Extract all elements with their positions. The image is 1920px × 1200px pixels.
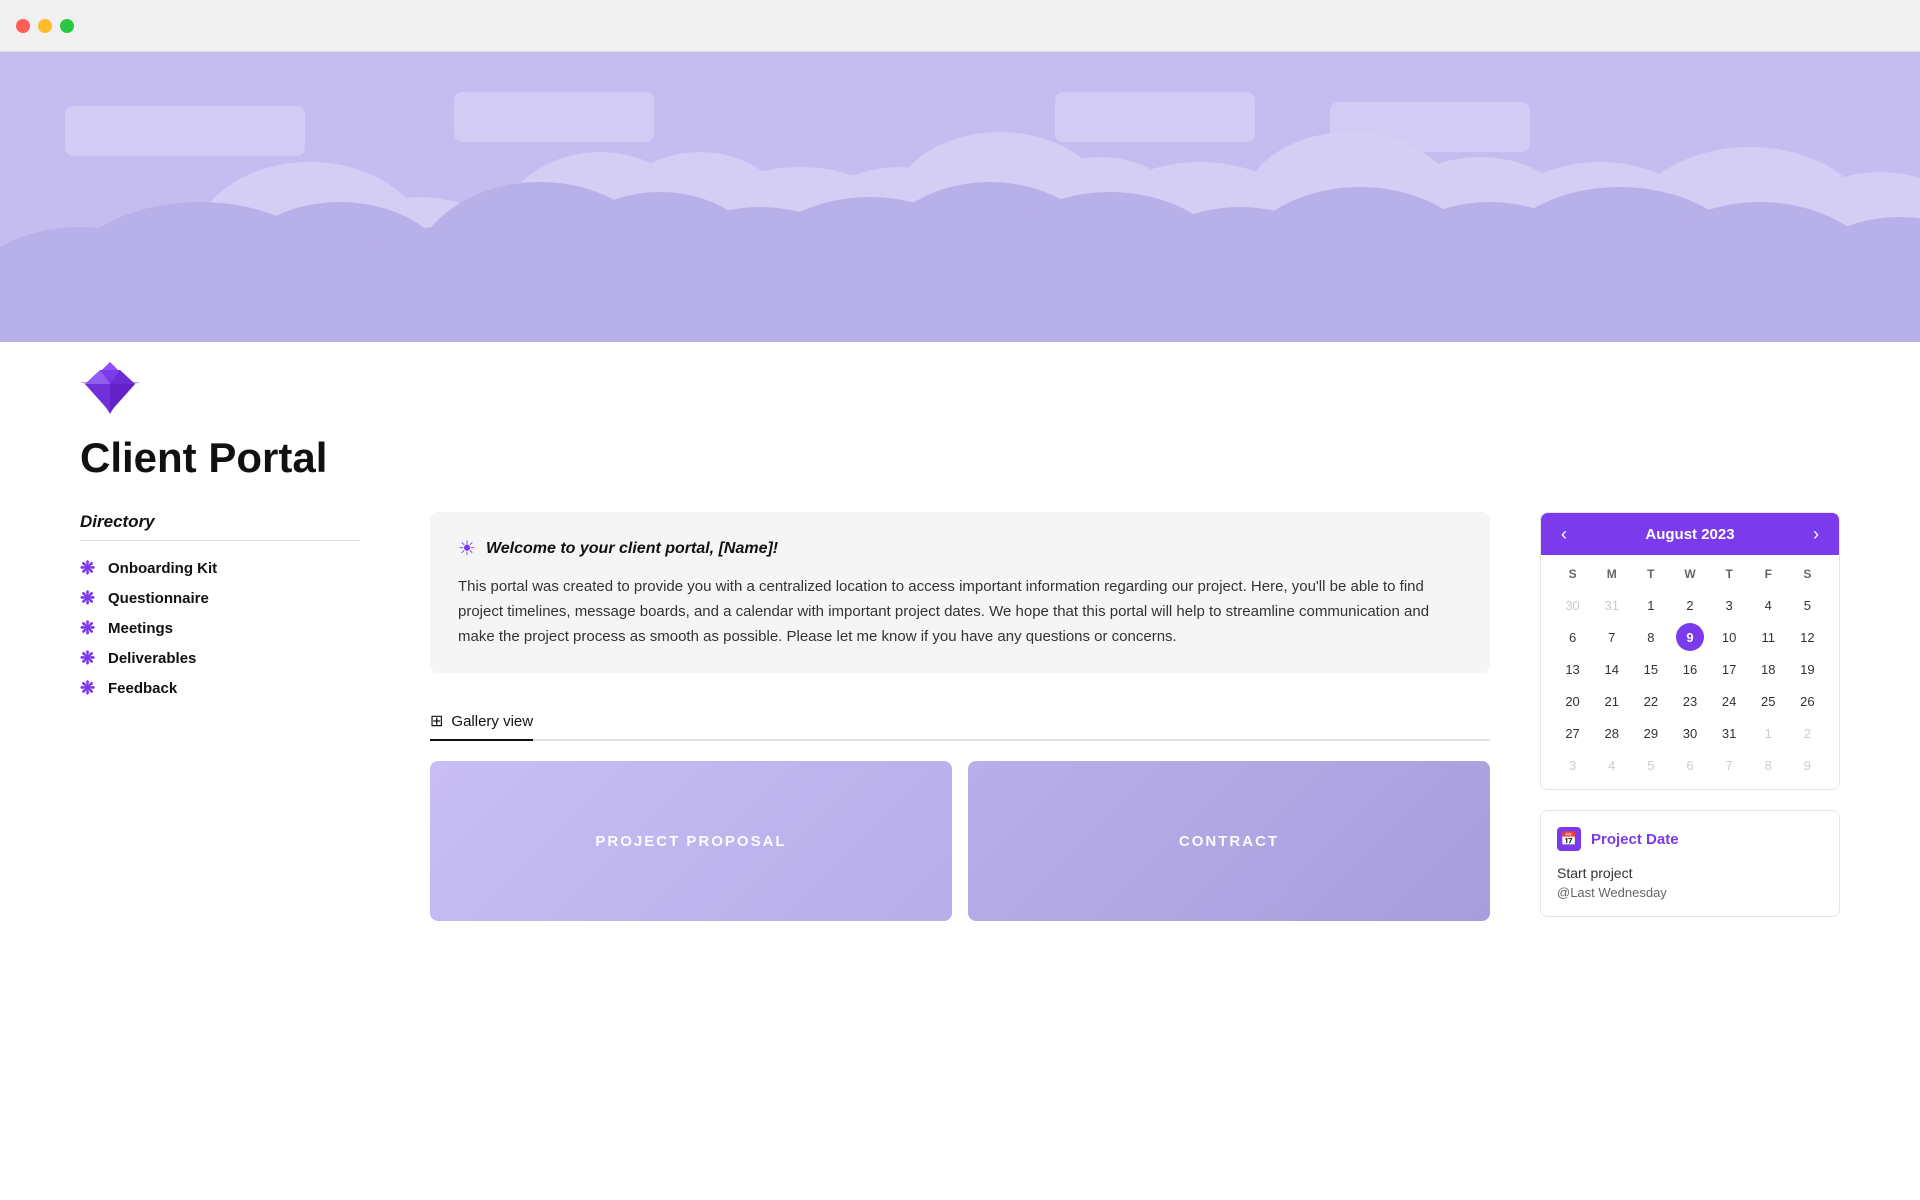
- sidebar: Directory ❋ Onboarding Kit ❋ Questionnai…: [80, 512, 400, 921]
- card-proposal-label: PROJECT PROPOSAL: [595, 833, 786, 850]
- calendar-header: ‹ August 2023 ›: [1541, 513, 1839, 555]
- calendar-day-4-3[interactable]: 30: [1676, 719, 1704, 747]
- calendar-day-0-6[interactable]: 5: [1793, 591, 1821, 619]
- minimize-button[interactable]: [38, 19, 52, 33]
- calendar-day-2-2[interactable]: 15: [1637, 655, 1665, 683]
- calendar-day-5-0[interactable]: 3: [1559, 751, 1587, 779]
- main-content: Directory ❋ Onboarding Kit ❋ Questionnai…: [0, 512, 1920, 921]
- calendar-day-3-0[interactable]: 20: [1559, 687, 1587, 715]
- calendar: ‹ August 2023 › S M T W T F S 3031123456…: [1540, 512, 1840, 790]
- diamond-icon: [80, 362, 140, 414]
- calendar-day-4-1[interactable]: 28: [1598, 719, 1626, 747]
- banner-image: [0, 52, 1920, 342]
- calendar-day-2-5[interactable]: 18: [1754, 655, 1782, 683]
- gallery-card-contract[interactable]: CONTRACT: [968, 761, 1490, 921]
- card-contract-label: CONTRACT: [1179, 833, 1279, 850]
- calendar-grid: S M T W T F S 30311234567891011121314151…: [1541, 555, 1839, 789]
- calendar-month-year: August 2023: [1645, 526, 1734, 543]
- calendar-day-3-2[interactable]: 22: [1637, 687, 1665, 715]
- sidebar-item-questionnaire[interactable]: ❋ Questionnaire: [80, 583, 360, 613]
- day-header-w: W: [1670, 563, 1709, 585]
- gallery-grid: PROJECT PROPOSAL CONTRACT: [430, 761, 1490, 921]
- day-header-s2: S: [1788, 563, 1827, 585]
- calendar-day-5-5[interactable]: 8: [1754, 751, 1782, 779]
- page-title: Client Portal: [0, 414, 1920, 512]
- calendar-day-1-0[interactable]: 6: [1559, 623, 1587, 651]
- calendar-days: 3031123456789101112131415161718192021222…: [1553, 589, 1827, 781]
- sidebar-item-feedback[interactable]: ❋ Feedback: [80, 673, 360, 703]
- calendar-day-4-2[interactable]: 29: [1637, 719, 1665, 747]
- calendar-day-1-6[interactable]: 12: [1793, 623, 1821, 651]
- sun-icon: ☀: [458, 536, 476, 561]
- calendar-day-0-3[interactable]: 2: [1676, 591, 1704, 619]
- calendar-day-1-2[interactable]: 8: [1637, 623, 1665, 651]
- gallery-tabs: ⊞ Gallery view: [430, 703, 1490, 741]
- welcome-box: ☀ Welcome to your client portal, [Name]!…: [430, 512, 1490, 673]
- calendar-day-2-6[interactable]: 19: [1793, 655, 1821, 683]
- calendar-day-0-4[interactable]: 3: [1715, 591, 1743, 619]
- calendar-day-5-1[interactable]: 4: [1598, 751, 1626, 779]
- calendar-day-0-2[interactable]: 1: [1637, 591, 1665, 619]
- calendar-day-5-4[interactable]: 7: [1715, 751, 1743, 779]
- sidebar-item-deliverables[interactable]: ❋ Deliverables: [80, 643, 360, 673]
- project-date-sub: @Last Wednesday: [1557, 885, 1823, 900]
- flower-icon-feedback: ❋: [80, 679, 98, 697]
- gallery-view-tab[interactable]: ⊞ Gallery view: [430, 703, 533, 741]
- center-content: ☀ Welcome to your client portal, [Name]!…: [400, 512, 1520, 921]
- calendar-day-1-3[interactable]: 9: [1676, 623, 1704, 651]
- day-header-f: F: [1749, 563, 1788, 585]
- welcome-title: Welcome to your client portal, [Name]!: [486, 540, 778, 558]
- calendar-day-1-1[interactable]: 7: [1598, 623, 1626, 651]
- day-header-m: M: [1592, 563, 1631, 585]
- calendar-day-2-1[interactable]: 14: [1598, 655, 1626, 683]
- sidebar-title: Directory: [80, 512, 360, 541]
- calendar-next-button[interactable]: ›: [1809, 525, 1823, 543]
- day-header-s1: S: [1553, 563, 1592, 585]
- flower-icon-questionnaire: ❋: [80, 589, 98, 607]
- browser-chrome: [0, 0, 1920, 52]
- project-date-card: 📅 Project Date Start project @Last Wedne…: [1540, 810, 1840, 917]
- flower-icon-meetings: ❋: [80, 619, 98, 637]
- calendar-day-0-1[interactable]: 31: [1598, 591, 1626, 619]
- calendar-day-3-4[interactable]: 24: [1715, 687, 1743, 715]
- calendar-day-5-6[interactable]: 9: [1793, 751, 1821, 779]
- project-date-title: Project Date: [1591, 831, 1679, 848]
- logo-area: [0, 342, 1920, 414]
- calendar-day-4-5[interactable]: 1: [1754, 719, 1782, 747]
- start-project-label: Start project: [1557, 861, 1823, 885]
- day-header-t1: T: [1631, 563, 1670, 585]
- calendar-day-1-5[interactable]: 11: [1754, 623, 1782, 651]
- calendar-day-headers: S M T W T F S: [1553, 563, 1827, 585]
- gallery-card-proposal[interactable]: PROJECT PROPOSAL: [430, 761, 952, 921]
- calendar-day-3-5[interactable]: 25: [1754, 687, 1782, 715]
- calendar-day-5-3[interactable]: 6: [1676, 751, 1704, 779]
- flower-icon-onboarding: ❋: [80, 559, 98, 577]
- calendar-day-3-3[interactable]: 23: [1676, 687, 1704, 715]
- calendar-day-4-0[interactable]: 27: [1559, 719, 1587, 747]
- calendar-day-3-1[interactable]: 21: [1598, 687, 1626, 715]
- sidebar-item-onboarding[interactable]: ❋ Onboarding Kit: [80, 553, 360, 583]
- flower-icon-deliverables: ❋: [80, 649, 98, 667]
- day-header-t2: T: [1710, 563, 1749, 585]
- calendar-day-1-4[interactable]: 10: [1715, 623, 1743, 651]
- sidebar-item-meetings[interactable]: ❋ Meetings: [80, 613, 360, 643]
- right-sidebar: ‹ August 2023 › S M T W T F S 3031123456…: [1520, 512, 1840, 921]
- calendar-day-5-2[interactable]: 5: [1637, 751, 1665, 779]
- maximize-button[interactable]: [60, 19, 74, 33]
- welcome-header: ☀ Welcome to your client portal, [Name]!: [458, 536, 1462, 561]
- calendar-day-2-3[interactable]: 16: [1676, 655, 1704, 683]
- calendar-day-3-6[interactable]: 26: [1793, 687, 1821, 715]
- calendar-day-4-4[interactable]: 31: [1715, 719, 1743, 747]
- calendar-day-4-6[interactable]: 2: [1793, 719, 1821, 747]
- calendar-day-2-4[interactable]: 17: [1715, 655, 1743, 683]
- gallery-icon: ⊞: [430, 711, 443, 731]
- calendar-prev-button[interactable]: ‹: [1557, 525, 1571, 543]
- calendar-day-2-0[interactable]: 13: [1559, 655, 1587, 683]
- calendar-icon: 📅: [1557, 827, 1581, 851]
- calendar-day-0-0[interactable]: 30: [1559, 591, 1587, 619]
- close-button[interactable]: [16, 19, 30, 33]
- project-date-header: 📅 Project Date: [1557, 827, 1823, 851]
- welcome-body: This portal was created to provide you w…: [458, 575, 1462, 649]
- calendar-day-0-5[interactable]: 4: [1754, 591, 1782, 619]
